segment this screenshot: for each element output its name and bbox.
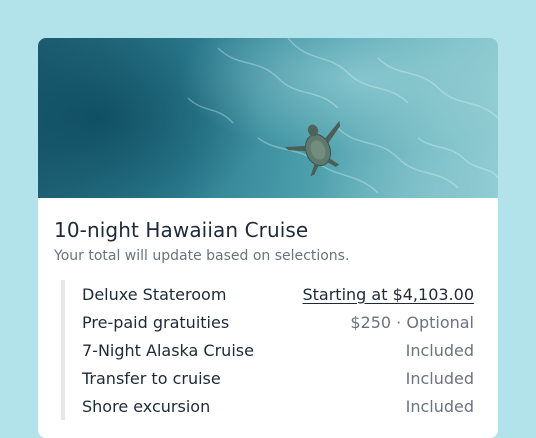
list-item-value: Included xyxy=(405,340,474,360)
hero-image xyxy=(38,38,498,198)
list-item-gratuities: Pre-paid gratuities $250 · Optional xyxy=(82,308,474,336)
cruise-card: 10-night Hawaiian Cruise Your total will… xyxy=(38,38,498,438)
price-breakdown-list: Deluxe Stateroom Starting at $4,103.00 P… xyxy=(61,280,474,420)
list-item-label: Shore excursion xyxy=(82,396,211,416)
page-title: 10-night Hawaiian Cruise xyxy=(54,218,309,242)
list-item-label: 7-Night Alaska Cruise xyxy=(82,340,254,360)
list-item-value: Included xyxy=(405,396,474,416)
list-item-alaska-cruise: 7-Night Alaska Cruise Included xyxy=(82,336,474,364)
list-item-value: $250 · Optional xyxy=(350,312,474,332)
cruise-details: 10-night Hawaiian Cruise Your total will… xyxy=(38,198,498,420)
list-item-stateroom: Deluxe Stateroom Starting at $4,103.00 xyxy=(82,280,474,308)
list-item-transfer: Transfer to cruise Included xyxy=(82,364,474,392)
list-item-value: Included xyxy=(405,368,474,388)
list-item-label: Pre-paid gratuities xyxy=(82,312,230,332)
list-item-label: Deluxe Stateroom xyxy=(82,284,227,304)
page-subtitle: Your total will update based on selectio… xyxy=(54,248,350,264)
sea-turtle-icon xyxy=(187,38,498,194)
list-item-shore-excursion: Shore excursion Included xyxy=(82,392,474,420)
stateroom-price-link[interactable]: Starting at $4,103.00 xyxy=(302,285,474,304)
list-item-label: Transfer to cruise xyxy=(82,368,221,388)
